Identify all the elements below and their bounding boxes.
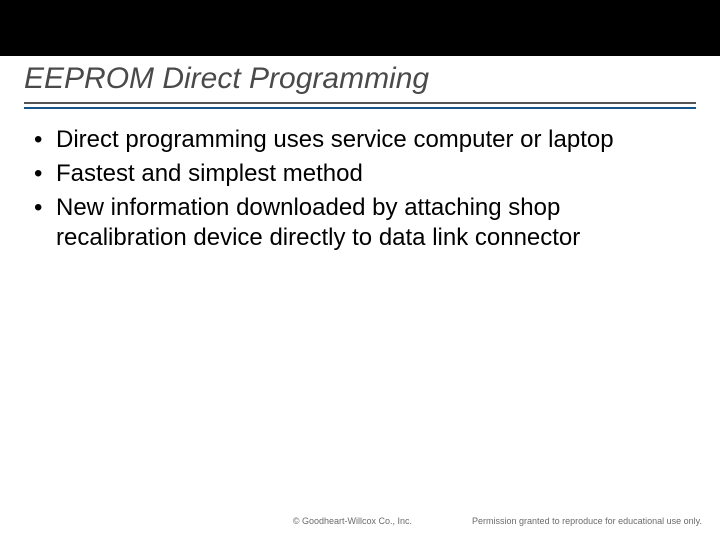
bullet-item: New information downloaded by attaching … xyxy=(28,193,692,253)
footer-permission: Permission granted to reproduce for educ… xyxy=(472,516,702,526)
slide-title: EEPROM Direct Programming xyxy=(24,62,696,96)
bullet-item: Fastest and simplest method xyxy=(28,159,692,189)
title-block: EEPROM Direct Programming xyxy=(0,56,720,109)
footer: © Goodheart-Willcox Co., Inc. Permission… xyxy=(0,516,720,540)
bullet-list: Direct programming uses service computer… xyxy=(28,125,692,253)
rule-dark xyxy=(24,102,696,104)
bullet-item: Direct programming uses service computer… xyxy=(28,125,692,155)
footer-copyright: © Goodheart-Willcox Co., Inc. xyxy=(293,516,412,526)
top-bar xyxy=(0,0,720,56)
slide: EEPROM Direct Programming Direct program… xyxy=(0,0,720,540)
content-area: Direct programming uses service computer… xyxy=(0,109,720,516)
